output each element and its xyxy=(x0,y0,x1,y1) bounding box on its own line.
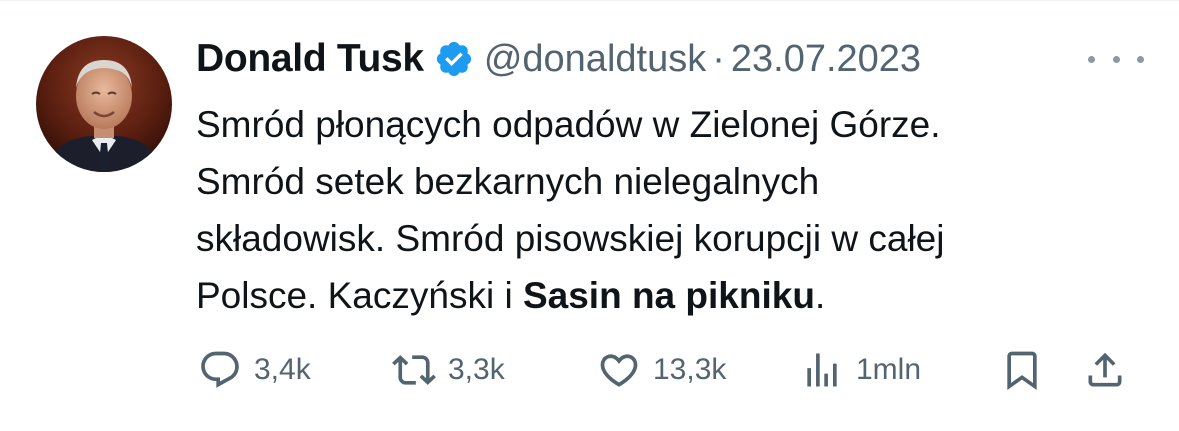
tweet-text: Smród płonących odpadów w Zielonej Górze… xyxy=(196,96,1146,324)
like-button[interactable]: 13,3k xyxy=(597,342,726,398)
verified-badge-icon xyxy=(434,39,474,79)
share-button[interactable] xyxy=(1083,342,1127,398)
tweet-text-segment: Polsce. Kaczyński i xyxy=(196,275,523,316)
tweet-header: Donald Tusk @donaldtusk · 23.07.2023 xyxy=(196,34,921,84)
analytics-icon xyxy=(807,353,837,387)
avatar[interactable] xyxy=(36,36,172,172)
more-dot xyxy=(1088,55,1095,63)
tweet-actions: 3,4k 3,3k 13,3k 1mln xyxy=(0,342,1179,398)
tweet-text-line: Smród płonących odpadów w Zielonej Górze… xyxy=(196,104,941,145)
author-name[interactable]: Donald Tusk xyxy=(196,37,424,81)
retweet-button[interactable]: 3,3k xyxy=(392,342,505,398)
views-count: 1mln xyxy=(856,353,922,386)
author-handle[interactable]: @donaldtusk xyxy=(484,38,706,81)
retweet-icon xyxy=(392,355,436,385)
more-dot xyxy=(1137,55,1144,63)
retweet-count: 3,3k xyxy=(448,353,505,386)
bookmark-button[interactable] xyxy=(1000,342,1044,398)
like-count: 13,3k xyxy=(653,353,727,386)
bookmark-icon xyxy=(1007,351,1037,391)
reply-count: 3,4k xyxy=(254,353,311,386)
more-dot xyxy=(1112,55,1120,63)
header-separator: · xyxy=(712,37,725,80)
tweet-text-line: Polsce. Kaczyński i Sasin na pikniku. xyxy=(196,267,1146,324)
avatar-photo xyxy=(36,36,172,172)
tweet-date[interactable]: 23.07.2023 xyxy=(731,38,921,81)
more-horizontal-icon[interactable] xyxy=(1088,44,1144,74)
share-icon xyxy=(1088,352,1122,387)
tweet-text-line: Smród setek bezkarnych nielegalnych xyxy=(196,161,820,202)
reply-button[interactable]: 3,4k xyxy=(198,342,311,398)
tweet-text-bold: Sasin na pikniku xyxy=(522,275,815,316)
heart-icon xyxy=(600,354,638,387)
views-button[interactable]: 1mln xyxy=(800,342,921,398)
tweet[interactable]: Donald Tusk @donaldtusk · 23.07.2023 Smr… xyxy=(0,0,1179,431)
tweet-text-line: składowisk. Smród pisowskiej korupcji w … xyxy=(196,218,945,259)
tweet-text-segment: . xyxy=(814,275,826,316)
reply-icon xyxy=(201,351,239,388)
